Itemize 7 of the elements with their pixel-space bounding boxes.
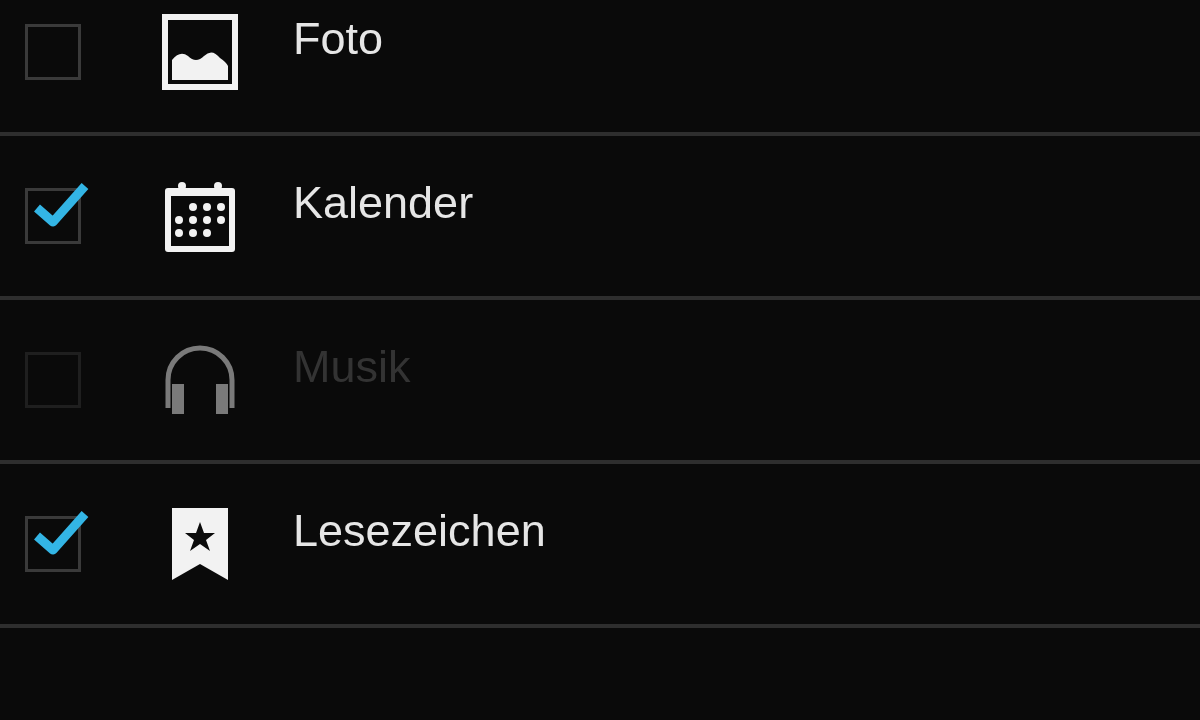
- item-label: Lesezeichen: [293, 504, 546, 559]
- list-row[interactable]: Lesezeichen: [0, 464, 1200, 628]
- item-label: Kalender: [293, 176, 474, 231]
- list-row[interactable]: Foto: [0, 0, 1200, 136]
- item-label: Foto: [293, 12, 384, 67]
- image-icon: [162, 14, 238, 90]
- list-row[interactable]: Kalender: [0, 136, 1200, 300]
